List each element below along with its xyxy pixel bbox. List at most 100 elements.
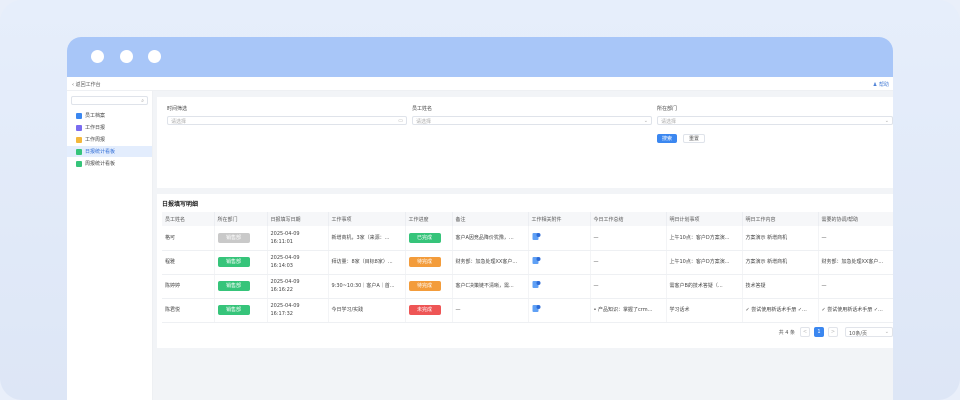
daily-report-table: 员工姓名 所在部门 日报填写日期 工作事项 工作进度 备注 工作相关附件 今日工作总结 明日计划… <box>162 212 893 323</box>
dept-filter-label: 所在部门 <box>657 106 678 112</box>
next-page-button[interactable]: > <box>828 327 838 337</box>
dept-tag: 销售部 <box>217 281 250 291</box>
help-link[interactable]: ♟ 帮助 <box>873 81 889 88</box>
time-filter-label: 时间筛选 <box>167 106 188 112</box>
table-row[interactable]: 程雅 销售部 2025-04-09 16:14:03 拜访量：8家（目标8家）... 待完… <box>162 250 893 275</box>
progress-badge: 待完成 <box>408 281 441 291</box>
plan-cell: 上午10点：客户D方案演... <box>666 226 743 251</box>
employee-filter-placeholder: 请选择 <box>416 119 432 125</box>
plan-cell: 需客户B的技术答疑（... <box>666 274 743 299</box>
time-value: 16:14:03 <box>270 263 293 269</box>
calendar-icon: ▭ <box>398 118 403 124</box>
attachment-icon[interactable] <box>532 232 541 241</box>
plan-content-cell: 方案演示 新增商机 <box>742 250 819 275</box>
page-size-value: 10条/页 <box>849 331 868 337</box>
sidebar-search-input[interactable]: ⌕ <box>71 96 148 105</box>
dept-cell: 销售部 <box>214 250 268 275</box>
task-cell: 9:30~10:30｜客户A｜首... <box>328 274 406 299</box>
sidebar-item-label: 日报统计看板 <box>85 149 116 155</box>
sidebar: ⌕ 员工档案工作日报工作周报日报统计看板 周报统计看板 <box>67 91 153 400</box>
sidebar-item[interactable]: 周报统计看板 <box>67 158 152 169</box>
page-size-select[interactable]: 10条/页 ⌄ <box>845 327 893 337</box>
pagination-total: 共 4 条 <box>778 329 795 336</box>
attachment-icon[interactable] <box>532 280 541 289</box>
employee-filter-label: 员工姓名 <box>412 106 433 112</box>
filter-panel: 时间筛选 请选择 ▭ 员工姓名 请选择 ⌄ 所在部门 请选择 ⌄ 搜索 重置 <box>157 97 893 188</box>
help-needed-cell: 财务部：加急处理XX客户... <box>818 250 893 275</box>
attachment-icon[interactable] <box>532 256 541 265</box>
task-cell: 拜访量：8家（目标8家）... <box>328 250 406 275</box>
attachment-cell <box>528 250 591 275</box>
report-icon <box>76 160 82 167</box>
employee-name-cell: 陈君悦 <box>162 298 215 323</box>
search-icon: ⌕ <box>141 98 144 104</box>
window-control-dot[interactable] <box>148 50 161 63</box>
column-header: 日报填写日期 <box>267 212 329 226</box>
reset-button[interactable]: 重置 <box>683 134 706 143</box>
attachment-icon[interactable] <box>532 304 541 313</box>
report-icon <box>76 148 82 155</box>
column-header: 明日工作内容 <box>742 212 819 226</box>
column-header: 备注 <box>452 212 529 226</box>
sidebar-item[interactable]: 工作周报 <box>67 134 152 145</box>
sidebar-item[interactable]: 日报统计看板 <box>67 146 152 157</box>
note-cell: 财务部：加急处理XX客户... <box>452 250 529 275</box>
breadcrumb-bar: ‹ 返回工作台 ♟ 帮助 <box>67 77 893 91</box>
table-row[interactable]: 陈婷婷 销售部 2025-04-09 16:16:22 9:30~10:30｜客户A｜首… <box>162 274 893 299</box>
window-control-dot[interactable] <box>91 50 104 63</box>
progress-cell: 待完成 <box>405 250 453 275</box>
help-needed-cell: ✓ 尝试使用新话术手册 ✓... <box>818 298 893 323</box>
time-value: 16:17:32 <box>270 311 293 317</box>
table-title: 日报填写明细 <box>162 201 199 208</box>
window-titlebar <box>67 37 893 77</box>
task-cell: 今日学习/实践 <box>328 298 406 323</box>
note-cell: 客户C决策链不清晰，需... <box>452 274 529 299</box>
date-cell: 2025-04-09 16:11:01 <box>267 226 329 251</box>
date-value: 2025-04-09 <box>270 230 300 237</box>
task-cell: 新增商机，3家（来源：... <box>328 226 406 251</box>
dept-cell: 销售部 <box>214 298 268 323</box>
sidebar-item-label: 工作日报 <box>85 125 106 131</box>
back-to-workbench-link[interactable]: ‹ 返回工作台 <box>72 81 101 88</box>
time-filter-input[interactable]: 请选择 ▭ <box>167 116 407 125</box>
dept-filter-select[interactable]: 请选择 ⌄ <box>657 116 893 125</box>
report-icon <box>76 136 82 143</box>
sidebar-item-label: 周报统计看板 <box>85 161 116 167</box>
sidebar-item-label: 员工档案 <box>85 113 106 119</box>
progress-badge: 已完成 <box>408 232 441 243</box>
date-cell: 2025-04-09 16:16:22 <box>267 274 329 299</box>
search-button[interactable]: 搜索 <box>657 134 678 143</box>
plan-content-cell: 技术答疑 <box>742 274 819 299</box>
sidebar-item[interactable]: 员工档案 <box>67 110 152 121</box>
dept-filter-placeholder: 请选择 <box>661 119 677 125</box>
progress-cell: 已完成 <box>405 226 453 251</box>
time-value: 16:11:01 <box>270 238 293 245</box>
column-header: 员工姓名 <box>162 212 215 226</box>
column-header: 所在部门 <box>214 212 268 226</box>
date-cell: 2025-04-09 16:17:32 <box>267 298 329 323</box>
daily-report-table-card: 日报填写明细 员工姓名 所在部门 日报填写日期 工作事项 工作进度 备注 工作相关附件 今日工… <box>157 194 893 348</box>
column-header: 明日计划事项 <box>666 212 743 226</box>
pagination: 共 4 条 < 1 > 10条/页 ⌄ <box>779 326 893 338</box>
progress-badge: 待完成 <box>408 257 441 267</box>
attachment-cell <box>528 226 591 251</box>
page-1-button[interactable]: 1 <box>814 327 824 337</box>
table-row[interactable]: 格可 销售部 2025-04-09 16:11:01 新增商机，3家（来源：... 已完成… <box>162 226 893 251</box>
chevron-down-icon: ⌄ <box>884 329 889 335</box>
progress-cell: 未完成 <box>405 298 453 323</box>
window-control-dot[interactable] <box>120 50 133 63</box>
report-icon <box>76 112 82 119</box>
prev-page-button[interactable]: < <box>800 327 810 337</box>
employee-filter-select[interactable]: 请选择 ⌄ <box>412 116 652 125</box>
dept-cell: 销售部 <box>214 226 268 251</box>
sidebar-item[interactable]: 工作日报 <box>67 122 152 133</box>
time-value: 16:16:22 <box>270 287 293 293</box>
summary-cell: — <box>590 226 667 251</box>
column-header: 今日工作总结 <box>590 212 667 226</box>
plan-content-cell: 方案演示 新增商机 <box>742 226 819 251</box>
app-window: ‹ 返回工作台 ♟ 帮助 ⌕ 员工档案 工作日报 工作周报 日报统计看板 周报统计看板 … <box>67 37 893 400</box>
table-row[interactable]: 陈君悦 销售部 2025-04-09 16:17:32 今日学习/实践 未完成 — • 产品知… <box>162 298 893 323</box>
employee-name-cell: 格可 <box>162 226 215 251</box>
attachment-cell <box>528 298 591 323</box>
column-header: 工作相关附件 <box>528 212 591 226</box>
